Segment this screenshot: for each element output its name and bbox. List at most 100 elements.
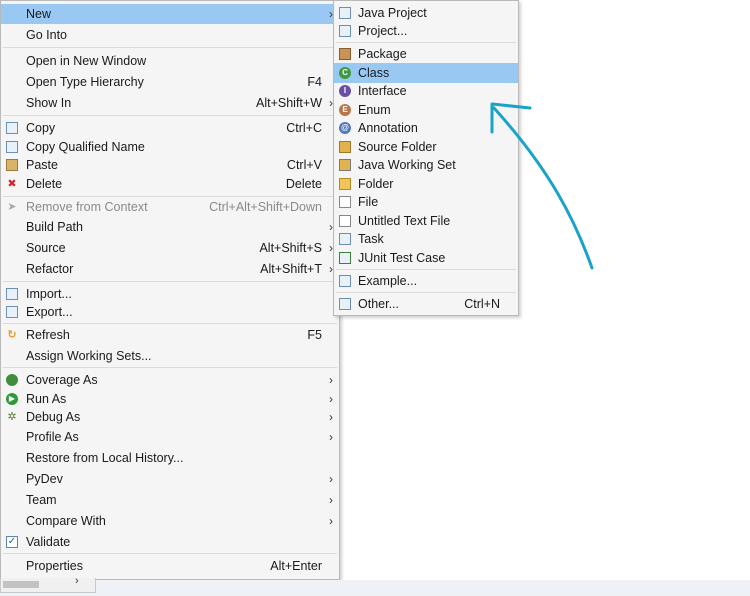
shortcut-label: Alt+Enter bbox=[270, 559, 322, 573]
menu-item-label: PyDev bbox=[26, 472, 63, 486]
junit-icon bbox=[339, 252, 351, 264]
folder-icon bbox=[339, 178, 351, 190]
submenu-item-other[interactable]: Other... Ctrl+N bbox=[334, 294, 518, 314]
menu-item-pydev[interactable]: PyDev › bbox=[1, 469, 339, 489]
submenu-arrow-icon: › bbox=[329, 472, 333, 486]
copy-qualified-icon bbox=[6, 141, 18, 153]
menu-item-label: Build Path bbox=[26, 220, 83, 234]
refresh-icon: ↻ bbox=[7, 329, 17, 341]
menu-item-import[interactable]: Import... bbox=[1, 284, 339, 304]
menu-item-copy[interactable]: Copy Ctrl+C bbox=[1, 118, 339, 138]
source-folder-icon bbox=[339, 141, 351, 153]
menu-item-build-path[interactable]: Build Path › bbox=[1, 217, 339, 237]
context-menu: New › Go Into Open in New Window Open Ty… bbox=[0, 0, 340, 580]
menu-item-assign-working-sets[interactable]: Assign Working Sets... bbox=[1, 346, 339, 366]
submenu-arrow-icon: › bbox=[329, 373, 333, 387]
menu-item-label: Task bbox=[358, 232, 384, 246]
menu-item-label: Profile As bbox=[26, 430, 79, 444]
menu-item-label: Delete bbox=[26, 177, 63, 191]
copy-icon bbox=[6, 122, 18, 134]
annotation-icon: @ bbox=[339, 122, 351, 134]
menu-item-remove-from-context[interactable]: ➤ Remove from Context Ctrl+Alt+Shift+Dow… bbox=[1, 197, 339, 217]
menu-item-label: Show In bbox=[26, 96, 72, 110]
annotation-arrow-stroke bbox=[492, 106, 594, 270]
menu-item-coverage-as[interactable]: Coverage As › bbox=[1, 370, 339, 390]
menu-item-open-in-new-window[interactable]: Open in New Window bbox=[1, 51, 339, 71]
shortcut-label: Ctrl+Alt+Shift+Down bbox=[209, 200, 322, 214]
menu-item-label: JUnit Test Case bbox=[358, 251, 446, 265]
coverage-icon bbox=[6, 374, 18, 386]
menu-item-label: Java Working Set bbox=[358, 158, 456, 172]
menu-item-show-in[interactable]: Show In Alt+Shift+W › bbox=[1, 93, 339, 113]
menu-item-new[interactable]: New › bbox=[1, 4, 339, 24]
class-icon: C bbox=[339, 67, 351, 79]
menu-item-label: Validate bbox=[26, 535, 71, 549]
menu-item-label: Interface bbox=[358, 84, 407, 98]
interface-icon: I bbox=[339, 85, 351, 97]
menu-item-source[interactable]: Source Alt+Shift+S › bbox=[1, 238, 339, 258]
java-working-set-icon bbox=[339, 159, 351, 171]
menu-item-label: Untitled Text File bbox=[358, 214, 451, 228]
run-icon: ▶ bbox=[6, 393, 18, 405]
menu-separator bbox=[3, 553, 337, 554]
menu-item-label: Go Into bbox=[26, 28, 67, 42]
menu-item-label: New bbox=[26, 7, 52, 21]
menu-item-label: Refactor bbox=[26, 262, 74, 276]
submenu-arrow-icon: › bbox=[329, 392, 333, 406]
submenu-arrow-icon: › bbox=[329, 493, 333, 507]
submenu-item-class[interactable]: C Class bbox=[334, 63, 518, 83]
menu-item-label: Annotation bbox=[358, 121, 418, 135]
menu-item-delete[interactable]: ✖ Delete Delete bbox=[1, 174, 339, 194]
shortcut-label: Delete bbox=[285, 177, 322, 191]
submenu-item-java-project[interactable]: Java Project bbox=[334, 3, 518, 23]
menu-item-debug-as[interactable]: ✲ Debug As › bbox=[1, 407, 339, 427]
menu-item-refactor[interactable]: Refactor Alt+Shift+T › bbox=[1, 259, 339, 279]
menu-item-label: Copy bbox=[26, 121, 56, 135]
menu-separator bbox=[3, 47, 337, 48]
menu-item-properties[interactable]: Properties Alt+Enter bbox=[1, 556, 339, 576]
menu-item-label: Remove from Context bbox=[26, 200, 148, 214]
menu-item-refresh[interactable]: ↻ Refresh F5 bbox=[1, 325, 339, 345]
submenu-item-package[interactable]: Package bbox=[334, 44, 518, 64]
menu-item-label: Source Folder bbox=[358, 140, 437, 154]
menu-item-team[interactable]: Team › bbox=[1, 490, 339, 510]
menu-item-open-type-hierarchy[interactable]: Open Type Hierarchy F4 bbox=[1, 72, 339, 92]
file-icon bbox=[339, 196, 351, 208]
menu-item-label: Project... bbox=[358, 24, 408, 38]
debug-icon: ✲ bbox=[7, 411, 17, 423]
menu-item-export[interactable]: Export... bbox=[1, 302, 339, 322]
menu-separator bbox=[336, 292, 516, 293]
shortcut-label: Alt+Shift+W bbox=[256, 96, 322, 110]
horizontal-scrollbar[interactable]: › bbox=[0, 575, 96, 593]
menu-item-go-into[interactable]: Go Into bbox=[1, 25, 339, 45]
menu-item-label: Assign Working Sets... bbox=[26, 349, 152, 363]
menu-item-label: Import... bbox=[26, 287, 72, 301]
delete-icon: ✖ bbox=[7, 178, 17, 190]
shortcut-label: Ctrl+V bbox=[286, 158, 322, 172]
menu-separator bbox=[3, 367, 337, 368]
annotation-arrow-icon bbox=[490, 102, 594, 270]
menu-item-label: File bbox=[358, 195, 379, 209]
menu-item-profile-as[interactable]: Profile As › bbox=[1, 427, 339, 447]
menu-item-label: Run As bbox=[26, 392, 67, 406]
menu-item-copy-qualified-name[interactable]: Copy Qualified Name bbox=[1, 137, 339, 157]
menu-separator bbox=[3, 115, 337, 116]
menu-item-label: Refresh bbox=[26, 328, 70, 342]
menu-item-label: Example... bbox=[358, 274, 418, 288]
scrollbar-thumb[interactable] bbox=[3, 581, 39, 588]
checkbox-checked-icon: ✓ bbox=[6, 536, 18, 548]
menu-item-restore-from-local-history[interactable]: Restore from Local History... bbox=[1, 448, 339, 468]
menu-item-validate[interactable]: ✓ Validate bbox=[1, 532, 339, 552]
paste-icon bbox=[6, 159, 18, 171]
package-icon bbox=[339, 48, 351, 60]
menu-item-label: Paste bbox=[26, 158, 58, 172]
shortcut-label: F4 bbox=[307, 75, 322, 89]
import-icon bbox=[6, 288, 18, 300]
untitled-text-file-icon bbox=[339, 215, 351, 227]
menu-item-run-as[interactable]: ▶ Run As › bbox=[1, 389, 339, 409]
submenu-item-project[interactable]: Project... bbox=[334, 21, 518, 41]
submenu-arrow-icon: › bbox=[329, 410, 333, 424]
menu-item-paste[interactable]: Paste Ctrl+V bbox=[1, 155, 339, 175]
menu-item-compare-with[interactable]: Compare With › bbox=[1, 511, 339, 531]
scroll-right-arrow-icon[interactable]: › bbox=[75, 575, 79, 587]
